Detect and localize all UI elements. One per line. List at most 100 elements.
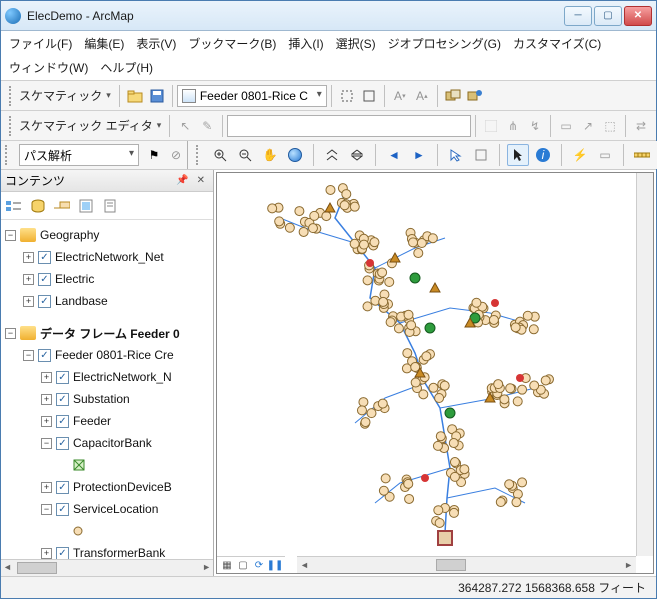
expand-toggle[interactable]: + <box>23 274 34 285</box>
expand-toggle[interactable]: + <box>41 482 52 493</box>
layer-checkbox[interactable]: ✓ <box>38 295 51 308</box>
settings-icon[interactable] <box>464 85 486 107</box>
layer-checkbox[interactable]: ✓ <box>56 547 69 560</box>
dropdown-arrow-icon[interactable]: ▾ <box>106 90 111 101</box>
layer-label[interactable]: CapacitorBank <box>73 436 152 450</box>
full-extent-icon[interactable] <box>284 144 306 166</box>
refresh-icon[interactable]: ⟳ <box>253 559 265 571</box>
df-feeder[interactable]: データ フレーム Feeder 0 <box>40 325 180 342</box>
layer-label[interactable]: ProtectionDeviceB <box>73 480 172 494</box>
toolbar-grip-2[interactable] <box>9 116 15 136</box>
layer-checkbox[interactable]: ✓ <box>56 437 69 450</box>
map-canvas[interactable]: ▦ ▢ ⟳ ❚❚ ◄ ► <box>216 172 654 574</box>
zoom-out-fixed-icon[interactable] <box>346 144 368 166</box>
menu-window[interactable]: ウィンドウ(W) <box>9 59 88 76</box>
next-extent-icon[interactable]: ► <box>408 144 430 166</box>
df-geography[interactable]: Geography <box>40 228 99 242</box>
layer-label[interactable]: ElectricNetwork_N <box>73 370 172 384</box>
expand-toggle[interactable]: − <box>41 438 52 449</box>
select-features-icon[interactable] <box>445 144 467 166</box>
pointer-tool-icon[interactable] <box>507 144 529 166</box>
list-by-selection-icon[interactable] <box>77 197 95 215</box>
list-by-source-icon[interactable] <box>29 197 47 215</box>
feeder-select[interactable]: Feeder 0801-Rice C <box>177 85 327 107</box>
data-view-icon[interactable]: ▦ <box>221 559 233 571</box>
minimize-button[interactable]: ─ <box>564 6 592 26</box>
expand-toggle[interactable]: − <box>5 230 16 241</box>
menu-bookmark[interactable]: ブックマーク(B) <box>188 35 276 52</box>
layer-checkbox[interactable]: ✓ <box>56 503 69 516</box>
pause-icon[interactable]: ❚❚ <box>269 559 281 571</box>
zoom-in-icon[interactable] <box>209 144 231 166</box>
tool-icon-2[interactable] <box>358 85 380 107</box>
zoom-out-icon[interactable] <box>234 144 256 166</box>
layer-checkbox[interactable]: ✓ <box>56 481 69 494</box>
save-schematic-icon[interactable] <box>146 85 168 107</box>
toc-tree[interactable]: − Geography + ✓ ElectricNetwork_Net + ✓ … <box>1 220 213 559</box>
open-schematic-icon[interactable] <box>124 85 146 107</box>
list-by-visibility-icon[interactable] <box>53 197 71 215</box>
sync-view-icon[interactable] <box>442 85 464 107</box>
layer-checkbox[interactable]: ✓ <box>38 273 51 286</box>
layout-view-icon[interactable]: ▢ <box>237 559 249 571</box>
layer-checkbox[interactable]: ✓ <box>38 251 51 264</box>
expand-toggle[interactable]: + <box>41 548 52 559</box>
clear-selection-icon[interactable] <box>470 144 492 166</box>
hyperlink-icon[interactable]: ⚡ <box>569 144 591 166</box>
toolbar-grip[interactable] <box>9 86 15 106</box>
expand-toggle[interactable]: + <box>41 372 52 383</box>
map-vscrollbar[interactable] <box>636 173 653 556</box>
toolbar-grip-3[interactable] <box>5 145 11 165</box>
menu-help[interactable]: ヘルプ(H) <box>100 59 153 76</box>
flag-icon[interactable]: ⚑ <box>143 144 165 166</box>
prev-extent-icon[interactable]: ◄ <box>383 144 405 166</box>
pin-icon[interactable]: 📌 <box>176 175 188 186</box>
layer-label[interactable]: Landbase <box>55 294 108 308</box>
menu-file[interactable]: ファイル(F) <box>9 35 72 52</box>
layer-label[interactable]: ElectricNetwork_Net <box>55 250 164 264</box>
layer-label[interactable]: Electric <box>55 272 94 286</box>
menu-insert[interactable]: 挿入(I) <box>288 35 323 52</box>
expand-toggle[interactable]: + <box>23 296 34 307</box>
map-hscrollbar[interactable]: ◄ ► <box>297 556 636 573</box>
panel-close-icon[interactable]: ✕ <box>197 175 205 186</box>
expand-toggle[interactable]: − <box>5 328 16 339</box>
tool-icon-1[interactable] <box>336 85 358 107</box>
schematic-editor-label[interactable]: スケマティック エディタ <box>19 117 153 134</box>
expand-toggle[interactable]: + <box>41 394 52 405</box>
toc-view-icons <box>1 192 213 220</box>
list-by-drawing-icon[interactable] <box>5 197 23 215</box>
schematic-label[interactable]: スケマティック <box>19 87 102 104</box>
identify-icon[interactable]: i <box>532 144 554 166</box>
coords-readout: 364287.272 1568368.658 フィート <box>458 579 646 596</box>
layer-label[interactable]: TransformerBank <box>73 546 165 559</box>
layer-label[interactable]: Feeder <box>73 414 111 428</box>
expand-toggle[interactable]: + <box>41 416 52 427</box>
expand-toggle[interactable]: − <box>41 504 52 515</box>
layer-checkbox[interactable]: ✓ <box>56 393 69 406</box>
editor-input[interactable] <box>227 115 471 137</box>
menu-select[interactable]: 選択(S) <box>336 35 376 52</box>
expand-toggle[interactable]: − <box>23 350 34 361</box>
layer-label[interactable]: Substation <box>73 392 130 406</box>
maximize-button[interactable]: ▢ <box>594 6 622 26</box>
options-icon[interactable] <box>101 197 119 215</box>
menu-customize[interactable]: カスタマイズ(C) <box>513 35 601 52</box>
menu-view[interactable]: 表示(V) <box>136 35 176 52</box>
path-analysis-select[interactable]: パス解析 <box>19 144 139 166</box>
measure-icon[interactable] <box>631 144 653 166</box>
layer-checkbox[interactable]: ✓ <box>56 371 69 384</box>
toolbar-grip-4[interactable] <box>196 145 202 165</box>
layer-checkbox[interactable]: ✓ <box>56 415 69 428</box>
menu-geoproc[interactable]: ジオプロセシング(G) <box>388 35 501 52</box>
layer-checkbox[interactable]: ✓ <box>38 349 51 362</box>
dropdown-arrow-icon-2[interactable]: ▾ <box>157 120 162 131</box>
layer-label[interactable]: ServiceLocation <box>73 502 158 516</box>
expand-toggle[interactable]: + <box>23 252 34 263</box>
zoom-in-fixed-icon[interactable] <box>321 144 343 166</box>
layer-label[interactable]: Feeder 0801-Rice Cre <box>55 348 174 362</box>
pan-icon[interactable]: ✋ <box>259 144 281 166</box>
menu-edit[interactable]: 編集(E) <box>84 35 124 52</box>
toc-hscroll[interactable]: ◄ ► <box>1 559 213 576</box>
close-button[interactable]: ✕ <box>624 6 652 26</box>
